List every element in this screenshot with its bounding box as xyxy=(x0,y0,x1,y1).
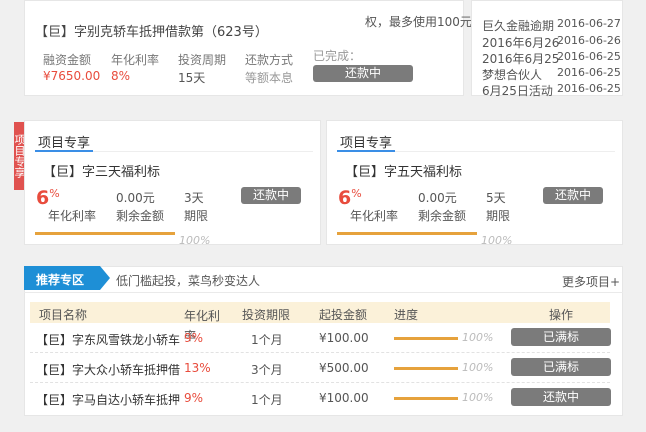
more-projects-link[interactable]: 更多项目+ xyxy=(562,273,620,290)
header-progress: 进度 xyxy=(394,308,419,322)
news-date: 2016-06-26 xyxy=(557,34,621,47)
row-progress-bar xyxy=(394,397,458,400)
progress-fill xyxy=(337,232,477,235)
row-term: 1个月 xyxy=(251,393,283,407)
row-rate: 9% xyxy=(184,331,204,345)
row-name[interactable]: 【巨】字大众小轿车抵押借 xyxy=(36,361,186,378)
progress-percent: 100% xyxy=(179,234,211,247)
row-progress-bar xyxy=(394,367,458,370)
header-min: 起投金额 xyxy=(319,308,368,322)
row-min: ¥500.00 xyxy=(319,361,369,375)
row-action-button[interactable]: 还款中 xyxy=(511,388,611,406)
row-term: 3个月 xyxy=(251,363,283,377)
recommend-slogan: 低门槛起投，菜鸟秒变达人 xyxy=(116,274,261,288)
row-progress-fill xyxy=(394,397,458,400)
rate-label: 年化利率 xyxy=(350,209,399,223)
header-name: 项目名称 xyxy=(39,308,88,322)
news-title: 2016年6月25 xyxy=(482,52,560,66)
term-value: 3天 xyxy=(184,191,204,205)
row-min: ¥100.00 xyxy=(319,391,369,405)
project-name[interactable]: 【巨】字三天福利标 xyxy=(43,161,160,180)
row-rate: 13% xyxy=(184,361,211,375)
term-label: 期限 xyxy=(486,209,511,223)
amount-label: 剩余金额 xyxy=(418,209,467,223)
section-underline xyxy=(337,150,395,152)
recommend-tab-label: 推荐专区 xyxy=(36,273,85,287)
field-repay-value: 等额本息 xyxy=(245,71,294,85)
news-list: 巨久金融逾期 2016-06-27 2016年6月26 2016-06-26 2… xyxy=(471,0,623,98)
loan-status-button[interactable]: 还款中 xyxy=(313,65,413,82)
term-label: 期限 xyxy=(184,209,209,223)
row-term: 1个月 xyxy=(251,333,283,347)
news-date: 2016-06-25 xyxy=(557,82,621,95)
rate-label: 年化利率 xyxy=(48,209,97,223)
header-action: 操作 xyxy=(549,308,574,322)
field-repay-label: 还款方式 xyxy=(245,53,294,67)
project-card[interactable]: 项目专享 【巨】字五天福利标 6% 年化利率 0.00元 剩余金额 5天 期限 … xyxy=(326,120,623,247)
field-amount-label: 融资金额 xyxy=(43,53,92,67)
row-name[interactable]: 【巨】字东风雪铁龙小轿车 xyxy=(36,331,186,348)
term-value: 5天 xyxy=(486,191,506,205)
progress-percent: 100% xyxy=(481,234,513,247)
completed-label: 已完成： xyxy=(313,49,362,63)
progress-bar xyxy=(35,232,175,235)
row-rate: 9% xyxy=(184,391,204,405)
project-name[interactable]: 【巨】字五天福利标 xyxy=(345,161,462,180)
news-title: 梦想合伙人 xyxy=(482,68,543,82)
news-date: 2016-06-25 xyxy=(557,66,621,79)
row-divider xyxy=(30,352,610,353)
amount-value: 0.00元 xyxy=(116,191,155,205)
row-progress-fill xyxy=(394,337,458,340)
top-loan-card: 【巨】字别克轿车抵押借款第（623号） 权，最多使用100元 融资金额 ¥765… xyxy=(24,0,472,96)
row-progress-percent: 100% xyxy=(462,391,494,404)
project-status-button[interactable]: 还款中 xyxy=(241,187,301,204)
loan-notice: 权，最多使用100元 xyxy=(365,15,472,29)
news-date: 2016-06-25 xyxy=(557,50,621,63)
row-min: ¥100.00 xyxy=(319,331,369,345)
progress-fill xyxy=(35,232,175,235)
row-progress-percent: 100% xyxy=(462,331,494,344)
news-title: 巨久金融逾期 xyxy=(482,19,555,33)
header-term: 投资期限 xyxy=(242,308,291,322)
field-rate-value: 8% xyxy=(111,69,131,83)
recommend-divider xyxy=(24,292,623,293)
row-action-button[interactable]: 已满标 xyxy=(511,358,611,376)
section-underline xyxy=(35,150,93,152)
amount-label: 剩余金额 xyxy=(116,209,165,223)
field-period-label: 投资周期 xyxy=(178,53,227,67)
news-date: 2016-06-27 xyxy=(557,17,621,30)
field-amount-value: ¥7650.00 xyxy=(43,69,101,83)
row-action-button[interactable]: 已满标 xyxy=(511,328,611,346)
row-progress-fill xyxy=(394,367,458,370)
project-card[interactable]: 项目专享 【巨】字三天福利标 6% 年化利率 0.00元 剩余金额 3天 期限 … xyxy=(24,120,321,247)
news-title: 2016年6月26 xyxy=(482,36,560,50)
row-divider xyxy=(30,382,610,383)
field-period-value: 15天 xyxy=(178,71,206,85)
amount-value: 0.00元 xyxy=(418,191,457,205)
news-title: 6月25日活动 xyxy=(482,84,553,98)
field-rate-label: 年化利率 xyxy=(111,53,160,67)
row-name[interactable]: 【巨】字马自达小轿车抵押 xyxy=(36,391,186,408)
row-progress-bar xyxy=(394,337,458,340)
row-progress-percent: 100% xyxy=(462,361,494,374)
project-status-button[interactable]: 还款中 xyxy=(543,187,603,204)
loan-title[interactable]: 【巨】字别克轿车抵押借款第（623号） xyxy=(35,21,268,40)
rate-value: 6% xyxy=(36,187,60,209)
progress-bar xyxy=(337,232,477,235)
recommend-tab[interactable]: 推荐专区 xyxy=(24,266,110,290)
section-title: 项目专享 xyxy=(38,136,91,151)
rate-value: 6% xyxy=(338,187,362,209)
section-title: 项目专享 xyxy=(340,136,393,151)
